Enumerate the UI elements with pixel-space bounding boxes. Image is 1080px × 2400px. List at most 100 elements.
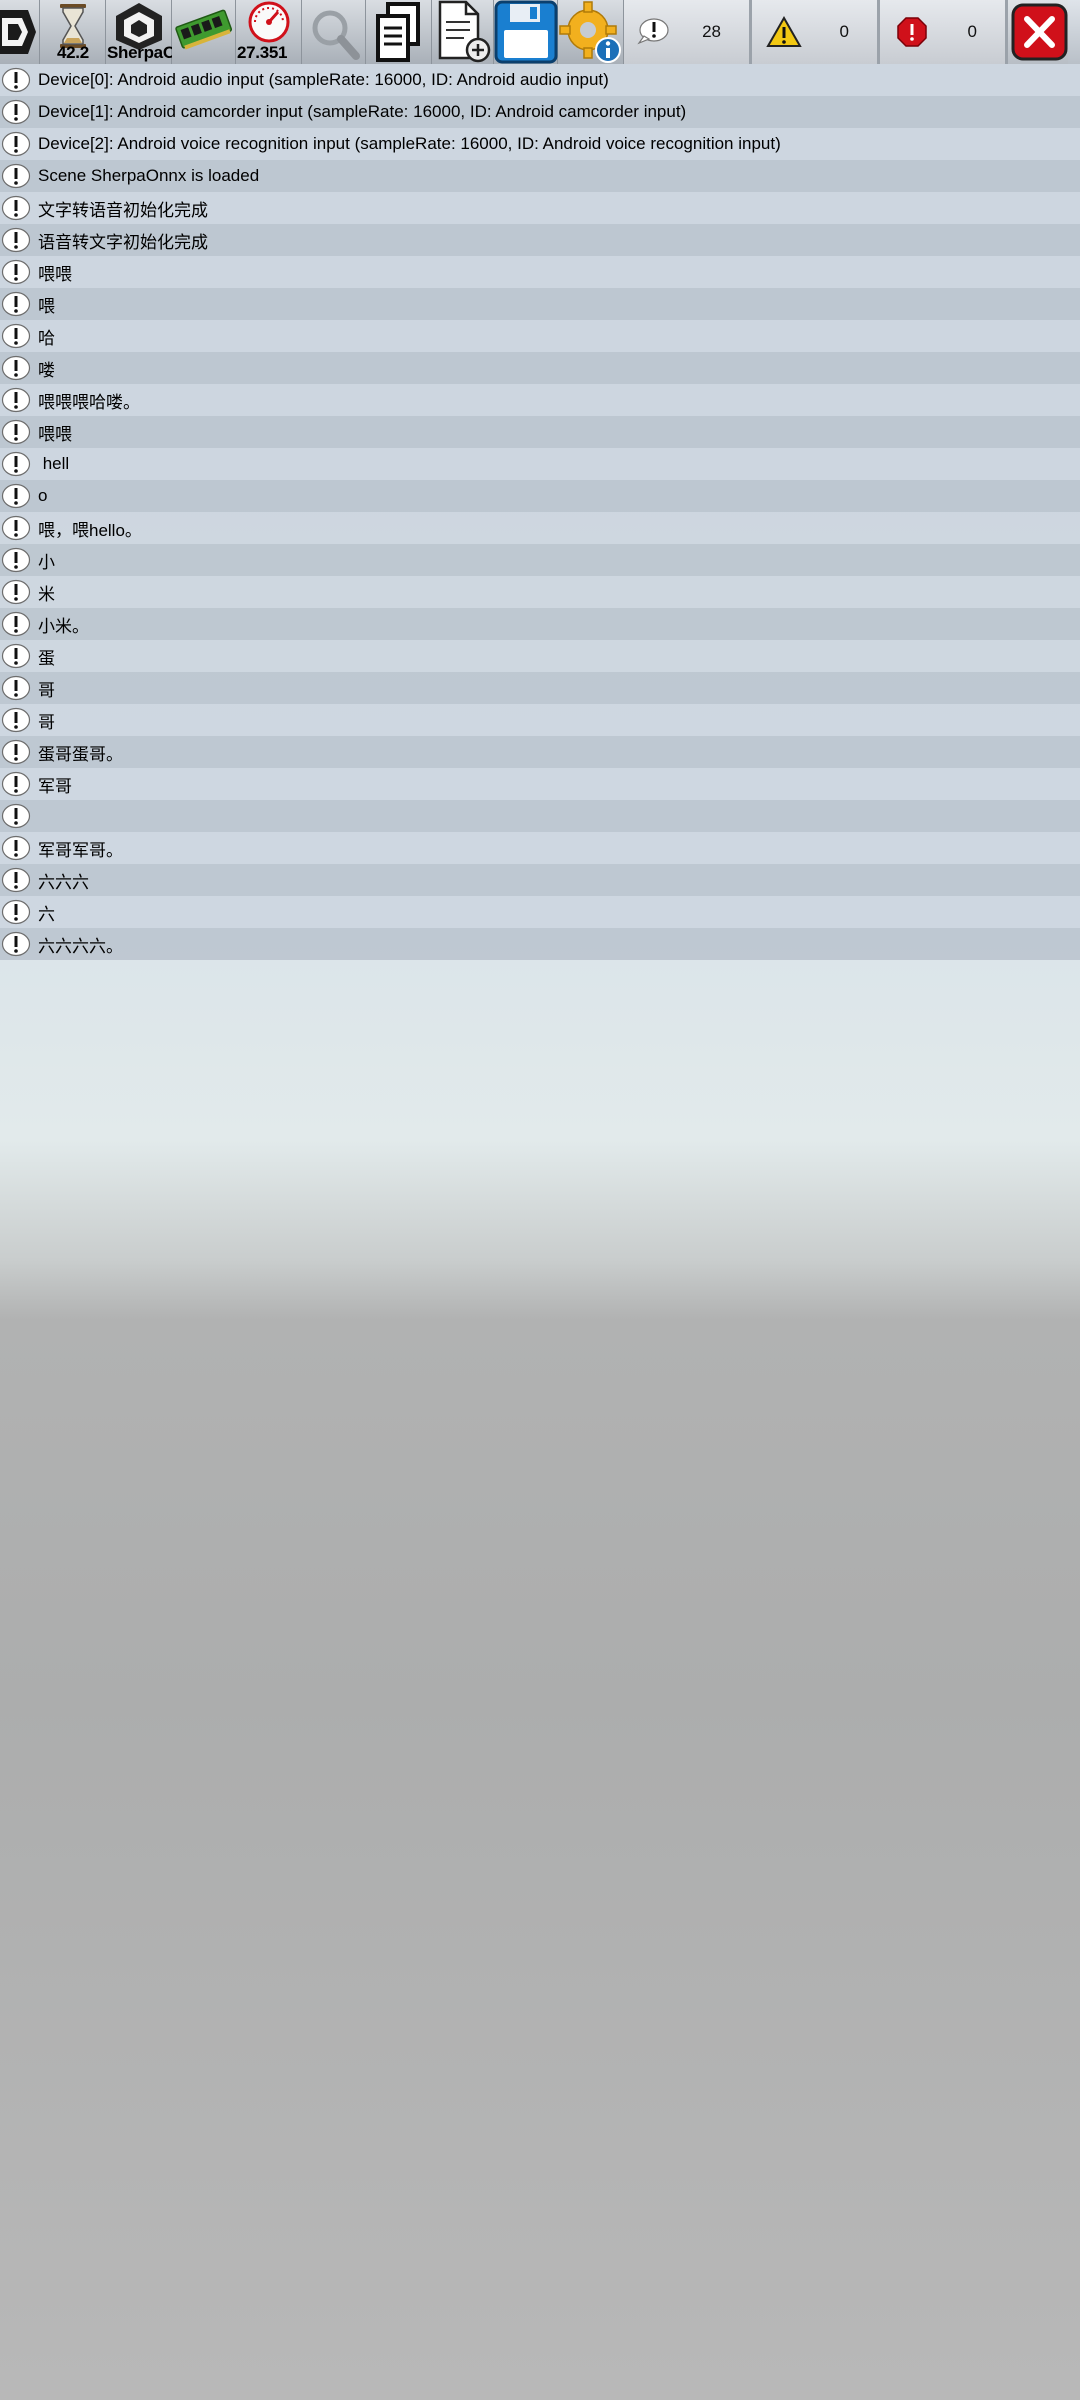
- info-icon: [1, 579, 31, 605]
- fps-button[interactable]: 27.351: [236, 0, 302, 64]
- info-icon: [1, 291, 31, 317]
- log-entry[interactable]: 小: [0, 544, 1080, 576]
- log-entry[interactable]: 喂喂喂哈喽。: [0, 384, 1080, 416]
- info-icon: [1, 739, 31, 765]
- info-speech-icon: [637, 18, 669, 45]
- info-icon: [1, 483, 31, 509]
- close-icon: [1011, 3, 1068, 61]
- log-message: 喽: [38, 360, 55, 380]
- info-icon: [1, 771, 31, 797]
- log-message: 语音转文字初始化完成: [38, 232, 208, 252]
- log-entry[interactable]: hell: [0, 448, 1080, 480]
- info-icon: [1, 867, 31, 893]
- log-entry[interactable]: 哈: [0, 320, 1080, 352]
- log-list[interactable]: Device[0]: Android audio input (sampleRa…: [0, 64, 1080, 960]
- console-toolbar: 42.2 SherpaO0.8 27.351 28 0 0: [0, 0, 1080, 64]
- info-filter-toggle[interactable]: 28: [624, 0, 752, 64]
- log-message: 六: [38, 904, 55, 924]
- memory-chip-icon: [175, 9, 233, 50]
- log-message: 哥: [38, 712, 55, 732]
- log-message: Device[0]: Android audio input (sampleRa…: [38, 70, 609, 89]
- log-entry[interactable]: 语音转文字初始化完成: [0, 224, 1080, 256]
- time-button[interactable]: 42.2: [40, 0, 106, 64]
- info-icon: [1, 675, 31, 701]
- info-icon: [1, 387, 31, 413]
- log-entry[interactable]: 哥: [0, 672, 1080, 704]
- info-icon: [1, 899, 31, 925]
- log-message: hell: [38, 454, 70, 473]
- log-message: 喂喂: [38, 264, 72, 284]
- log-message: Device[2]: Android voice recognition inp…: [38, 134, 781, 153]
- memory-button[interactable]: [172, 0, 236, 64]
- log-entry[interactable]: 军哥军哥。: [0, 832, 1080, 864]
- info-count: 28: [702, 22, 721, 41]
- log-message: 六六六: [38, 872, 89, 892]
- info-icon: [1, 99, 31, 125]
- scene-button[interactable]: SherpaO0.8: [106, 0, 199, 64]
- log-message: 六六六六。: [38, 936, 123, 956]
- search-button[interactable]: [302, 0, 366, 64]
- log-message: 喂喂喂哈喽。: [38, 392, 140, 412]
- gear-info-icon: [559, 1, 621, 63]
- info-icon: [1, 643, 31, 669]
- floppy-save-icon: [494, 0, 558, 64]
- log-entry[interactable]: Device[1]: Android camcorder input (samp…: [0, 96, 1080, 128]
- log-entry[interactable]: 哥: [0, 704, 1080, 736]
- log-entry[interactable]: 文字转语音初始化完成: [0, 192, 1080, 224]
- log-entry[interactable]: 蛋: [0, 640, 1080, 672]
- log-entry[interactable]: 喂喂: [0, 256, 1080, 288]
- info-icon: [1, 163, 31, 189]
- copy-button[interactable]: [366, 0, 432, 64]
- log-entry[interactable]: o: [0, 480, 1080, 512]
- log-message: 蛋: [38, 648, 55, 668]
- log-entry[interactable]: 六六六六。: [0, 928, 1080, 960]
- log-entry[interactable]: 喂喂: [0, 416, 1080, 448]
- log-entry[interactable]: 米: [0, 576, 1080, 608]
- log-entry[interactable]: 军哥: [0, 768, 1080, 800]
- settings-button[interactable]: [558, 0, 624, 64]
- info-icon: [1, 419, 31, 445]
- log-message: Device[1]: Android camcorder input (samp…: [38, 102, 687, 121]
- unity-logo-icon: [0, 10, 36, 54]
- log-message: 喂，喂hello。: [38, 520, 142, 540]
- save-button[interactable]: [494, 0, 558, 64]
- close-button[interactable]: [1008, 0, 1068, 64]
- info-icon: [1, 931, 31, 957]
- log-message: 喂喂: [38, 424, 72, 444]
- info-icon: [1, 259, 31, 285]
- log-entry[interactable]: [0, 800, 1080, 832]
- log-entry[interactable]: 六六六: [0, 864, 1080, 896]
- log-message: Scene SherpaOnnx is loaded: [38, 166, 260, 185]
- error-count: 0: [967, 22, 977, 41]
- log-entry[interactable]: Device[2]: Android voice recognition inp…: [0, 128, 1080, 160]
- log-entry[interactable]: 喽: [0, 352, 1080, 384]
- info-icon: [1, 803, 31, 829]
- warning-filter-toggle[interactable]: 0: [752, 0, 880, 64]
- error-filter-toggle[interactable]: 0: [880, 0, 1008, 64]
- document-add-icon: [438, 0, 491, 63]
- log-message: 军哥军哥。: [38, 840, 123, 860]
- log-message: 哈: [38, 328, 55, 348]
- unity-logo-button[interactable]: [0, 0, 40, 64]
- log-message: 哥: [38, 680, 55, 700]
- info-icon: [1, 515, 31, 541]
- log-message: 文字转语音初始化完成: [38, 200, 208, 220]
- new-log-file-button[interactable]: [432, 0, 494, 64]
- log-entry[interactable]: 六: [0, 896, 1080, 928]
- log-entry[interactable]: 喂，喂hello。: [0, 512, 1080, 544]
- log-message: 蛋哥蛋哥。: [38, 744, 123, 764]
- log-message: 小: [38, 552, 55, 572]
- copy-icon: [376, 2, 420, 62]
- warning-count: 0: [839, 22, 849, 41]
- log-entry[interactable]: 喂: [0, 288, 1080, 320]
- log-message: o: [38, 486, 48, 505]
- log-entry[interactable]: 蛋哥蛋哥。: [0, 736, 1080, 768]
- search-icon: [312, 10, 360, 60]
- time-value: 42.2: [57, 43, 89, 62]
- log-entry[interactable]: Scene SherpaOnnx is loaded: [0, 160, 1080, 192]
- log-message: 米: [38, 584, 55, 604]
- log-entry[interactable]: 小米。: [0, 608, 1080, 640]
- info-icon: [1, 227, 31, 253]
- warning-triangle-icon: [766, 16, 802, 47]
- log-entry[interactable]: Device[0]: Android audio input (sampleRa…: [0, 64, 1080, 96]
